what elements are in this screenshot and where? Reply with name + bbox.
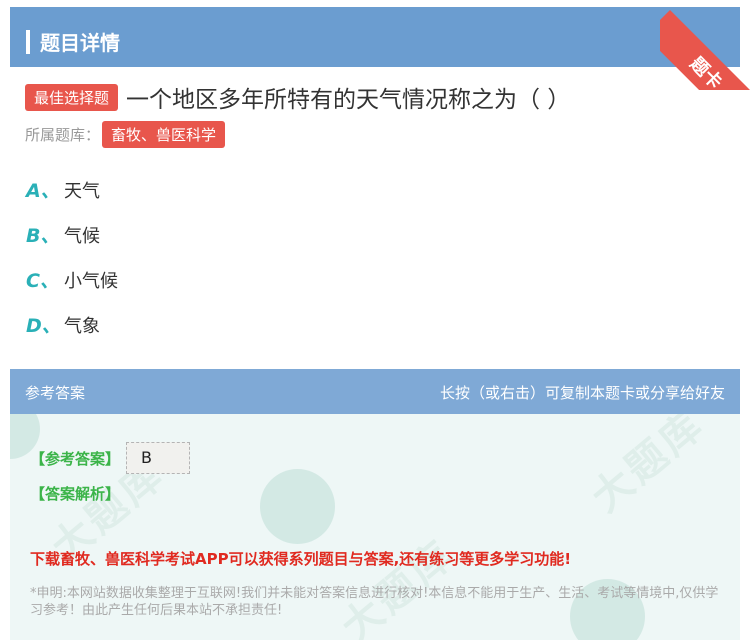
watermark-text: 大题库 (333, 531, 464, 640)
analysis-row: 【答案解析】 (30, 483, 120, 504)
option-letter: A、 (26, 180, 60, 202)
option-b[interactable]: B、 气候 (26, 221, 100, 248)
watermark-logo (260, 469, 335, 544)
answer-bar: 参考答案 长按（或右击）可复制本题卡或分享给好友 (10, 369, 740, 414)
answer-bar-title: 参考答案 (25, 384, 86, 402)
answer-panel: 大题库 大题库 大题库 参考答案 长按（或右击）可复制本题卡或分享给好友 【参考… (10, 369, 740, 640)
question-row: 最佳选择题 一个地区多年所特有的天气情况称之为（ ） (25, 80, 570, 114)
option-text: 小气候 (64, 270, 118, 292)
question-type-badge: 最佳选择题 (25, 83, 119, 111)
reference-answer-row: 【参考答案】 B (30, 442, 191, 474)
question-bank-row: 所属题库： 畜牧、兽医科学 (25, 121, 226, 148)
share-hint: 长按（或右击）可复制本题卡或分享给好友 (439, 384, 725, 402)
option-text: 气象 (64, 315, 100, 337)
question-card: 题目详情 最佳选择题 一个地区多年所特有的天气情况称之为（ ） 所属题库： 畜牧… (10, 0, 740, 640)
option-d[interactable]: D、 气象 (26, 311, 100, 338)
question-text: 一个地区多年所特有的天气情况称之为（ ） (126, 87, 571, 113)
page-title: 题目详情 (40, 31, 120, 55)
header-accent-bar (26, 30, 30, 54)
reference-answer-label: 【参考答案】 (30, 449, 121, 468)
question-bank-label: 所属题库： (25, 126, 101, 144)
option-letter: D、 (26, 315, 61, 337)
ribbon-band: 题卡 (660, 10, 750, 90)
question-bank-badge[interactable]: 畜牧、兽医科学 (102, 121, 226, 148)
option-text: 气候 (64, 225, 100, 247)
option-letter: B、 (26, 225, 60, 247)
question-card-ribbon[interactable]: 题卡 (660, 0, 750, 90)
option-c[interactable]: C、 小气候 (26, 266, 118, 293)
option-a[interactable]: A、 天气 (26, 176, 100, 203)
header-bar: 题目详情 (10, 7, 740, 67)
ribbon-label: 题卡 (685, 53, 726, 90)
app-promo-link[interactable]: 下载畜牧、兽医科学考试APP可以获得系列题目与答案,还有练习等更多学习功能! (30, 548, 571, 569)
analysis-label: 【答案解析】 (30, 485, 121, 503)
option-letter: C、 (26, 270, 59, 292)
answer-value: B (141, 448, 152, 467)
disclaimer-text: *申明:本网站数据收集整理于互联网!我们并未能对答案信息进行核对!本信息不能用于… (30, 586, 719, 618)
answer-image: B (126, 442, 191, 474)
option-text: 天气 (64, 180, 100, 202)
